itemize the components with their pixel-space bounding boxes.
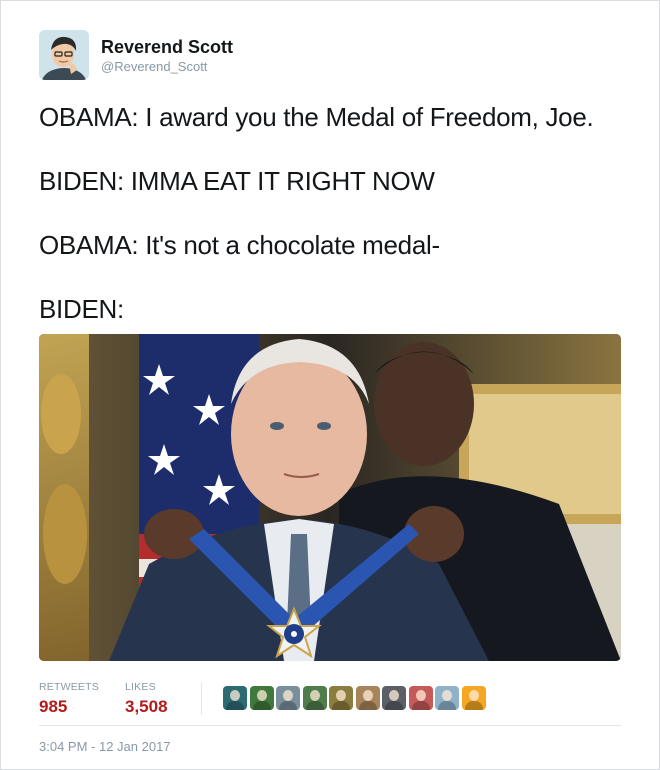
tweet-text-line: BIDEN: xyxy=(39,294,124,324)
tweet-timestamp[interactable]: 3:04 PM - 12 Jan 2017 xyxy=(39,739,171,754)
stats-divider xyxy=(201,683,202,715)
liker-avatar[interactable] xyxy=(223,686,247,710)
liker-avatar-face xyxy=(362,690,373,701)
liker-avatar-body xyxy=(411,701,430,710)
liker-avatar[interactable] xyxy=(302,686,327,710)
liker-avatar[interactable] xyxy=(276,686,300,710)
liker-avatar-body xyxy=(358,701,377,710)
liker-avatar-face xyxy=(336,690,346,701)
footer-divider xyxy=(39,725,621,726)
liker-avatar-face xyxy=(256,690,267,701)
tweet-photo[interactable] xyxy=(39,334,621,661)
liker-avatar[interactable] xyxy=(355,686,380,710)
liker-avatar-body xyxy=(464,701,483,710)
retweets-label: RETWEETS xyxy=(39,681,99,693)
likes-label: LIKES xyxy=(125,681,156,693)
avatar[interactable] xyxy=(39,30,89,80)
liker-avatar-body xyxy=(279,701,297,710)
liker-avatar-face xyxy=(309,690,320,701)
author-handle[interactable]: @Reverend_Scott xyxy=(101,59,207,74)
liker-avatar-body xyxy=(332,701,350,710)
liker-avatar-body xyxy=(305,701,324,710)
liker-avatar[interactable] xyxy=(329,686,353,710)
liker-avatar[interactable] xyxy=(435,686,459,710)
liker-avatar-face xyxy=(415,690,426,701)
liker-avatar-face xyxy=(468,690,479,701)
liker-avatar[interactable] xyxy=(461,686,486,710)
liker-avatar-face xyxy=(389,690,399,701)
likes-count[interactable]: 3,508 xyxy=(125,697,168,717)
tweet-text-line: BIDEN: IMMA EAT IT RIGHT NOW xyxy=(39,166,435,196)
retweets-count[interactable]: 985 xyxy=(39,697,67,717)
liker-avatar-body xyxy=(438,701,456,710)
liker-avatar[interactable] xyxy=(408,686,433,710)
tweet-text-line: OBAMA: I award you the Medal of Freedom,… xyxy=(39,102,594,132)
liker-avatar-face xyxy=(283,690,293,701)
liker-avatar-face xyxy=(442,690,452,701)
liker-avatar[interactable] xyxy=(249,686,274,710)
liker-avatar-body xyxy=(252,701,271,710)
author-display-name[interactable]: Reverend Scott xyxy=(101,37,233,58)
liker-avatar-face xyxy=(230,690,240,701)
liker-avatar[interactable] xyxy=(382,686,406,710)
tweet-card: Reverend Scott @Reverend_Scott OBAMA: I … xyxy=(0,0,660,770)
liker-avatar-body xyxy=(385,701,403,710)
liker-avatar-body xyxy=(226,701,244,710)
tweet-text-line: OBAMA: It's not a chocolate medal- xyxy=(39,230,440,260)
